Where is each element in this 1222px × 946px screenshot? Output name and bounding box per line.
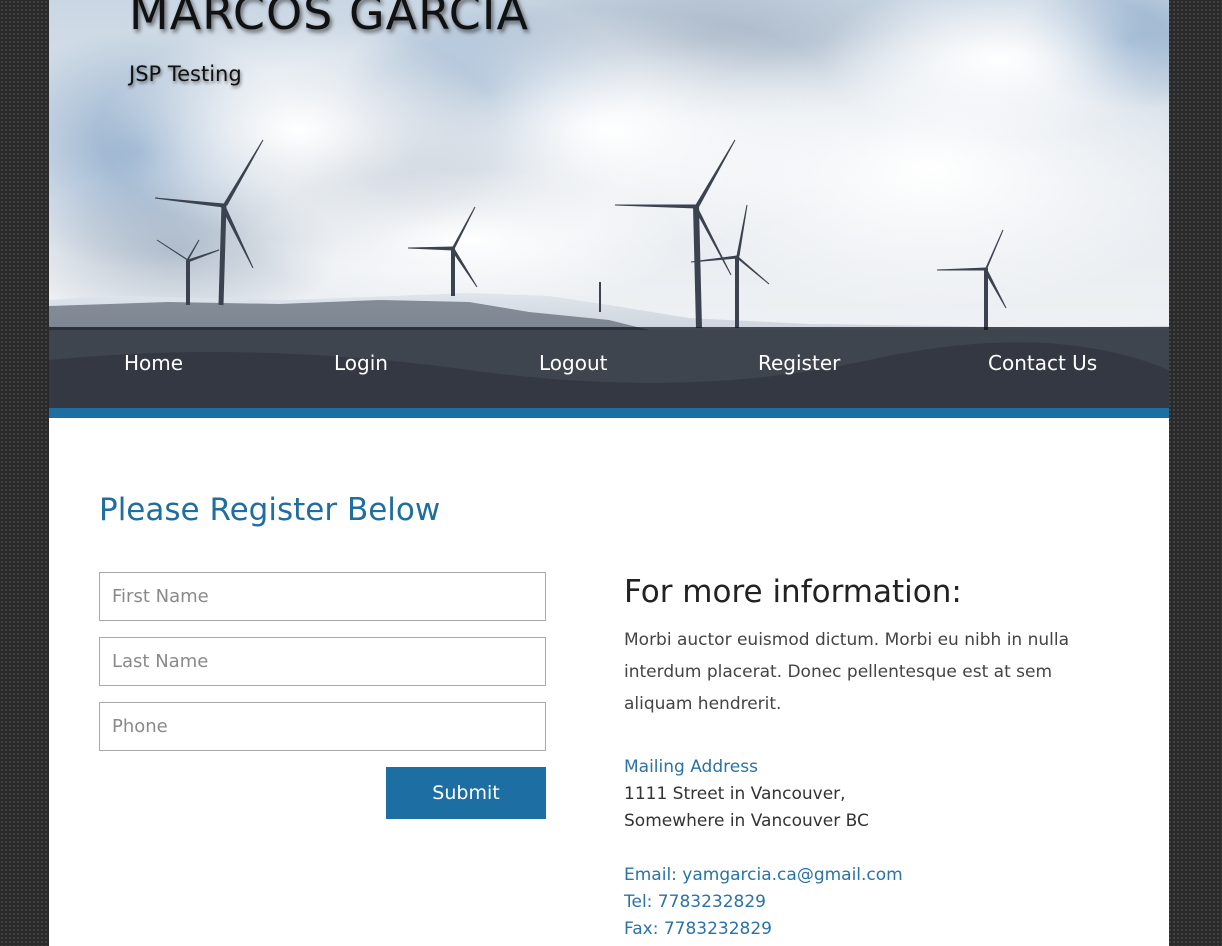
nav-item-login[interactable]: Login (334, 351, 388, 375)
telephone-link[interactable]: Tel: 7783232829 (624, 892, 766, 912)
fax-text: Fax: 7783232829 (624, 919, 772, 939)
nav-item-logout[interactable]: Logout (539, 351, 607, 375)
nav-item-home[interactable]: Home (124, 351, 183, 375)
mailing-address-label: Mailing Address (624, 757, 758, 777)
site-subtitle: JSP Testing (129, 62, 242, 86)
submit-button[interactable]: Submit (386, 767, 546, 819)
last-name-field[interactable] (99, 637, 546, 686)
site-title: MARCOS GARCIA (129, 0, 529, 40)
email-link[interactable]: Email: yamgarcia.ca@gmail.com (624, 865, 903, 885)
header-accent-bar (49, 408, 1169, 418)
site-header: MARCOS GARCIA JSP Testing Home Login Log… (49, 0, 1169, 408)
info-description: Morbi auctor euismod dictum. Morbi eu ni… (624, 630, 1070, 714)
address-line-2: Somewhere in Vancouver BC (624, 811, 869, 831)
register-heading: Please Register Below (99, 492, 441, 528)
main-navigation: Home Login Logout Register Contact Us (49, 327, 1169, 408)
nav-item-contact-us[interactable]: Contact Us (988, 351, 1097, 375)
page-container: MARCOS GARCIA JSP Testing Home Login Log… (49, 0, 1169, 946)
info-heading: For more information: (624, 574, 962, 610)
address-line-1: 1111 Street in Vancouver, (624, 784, 846, 804)
nav-item-register[interactable]: Register (758, 351, 840, 375)
phone-field[interactable] (99, 702, 546, 751)
first-name-field[interactable] (99, 572, 546, 621)
